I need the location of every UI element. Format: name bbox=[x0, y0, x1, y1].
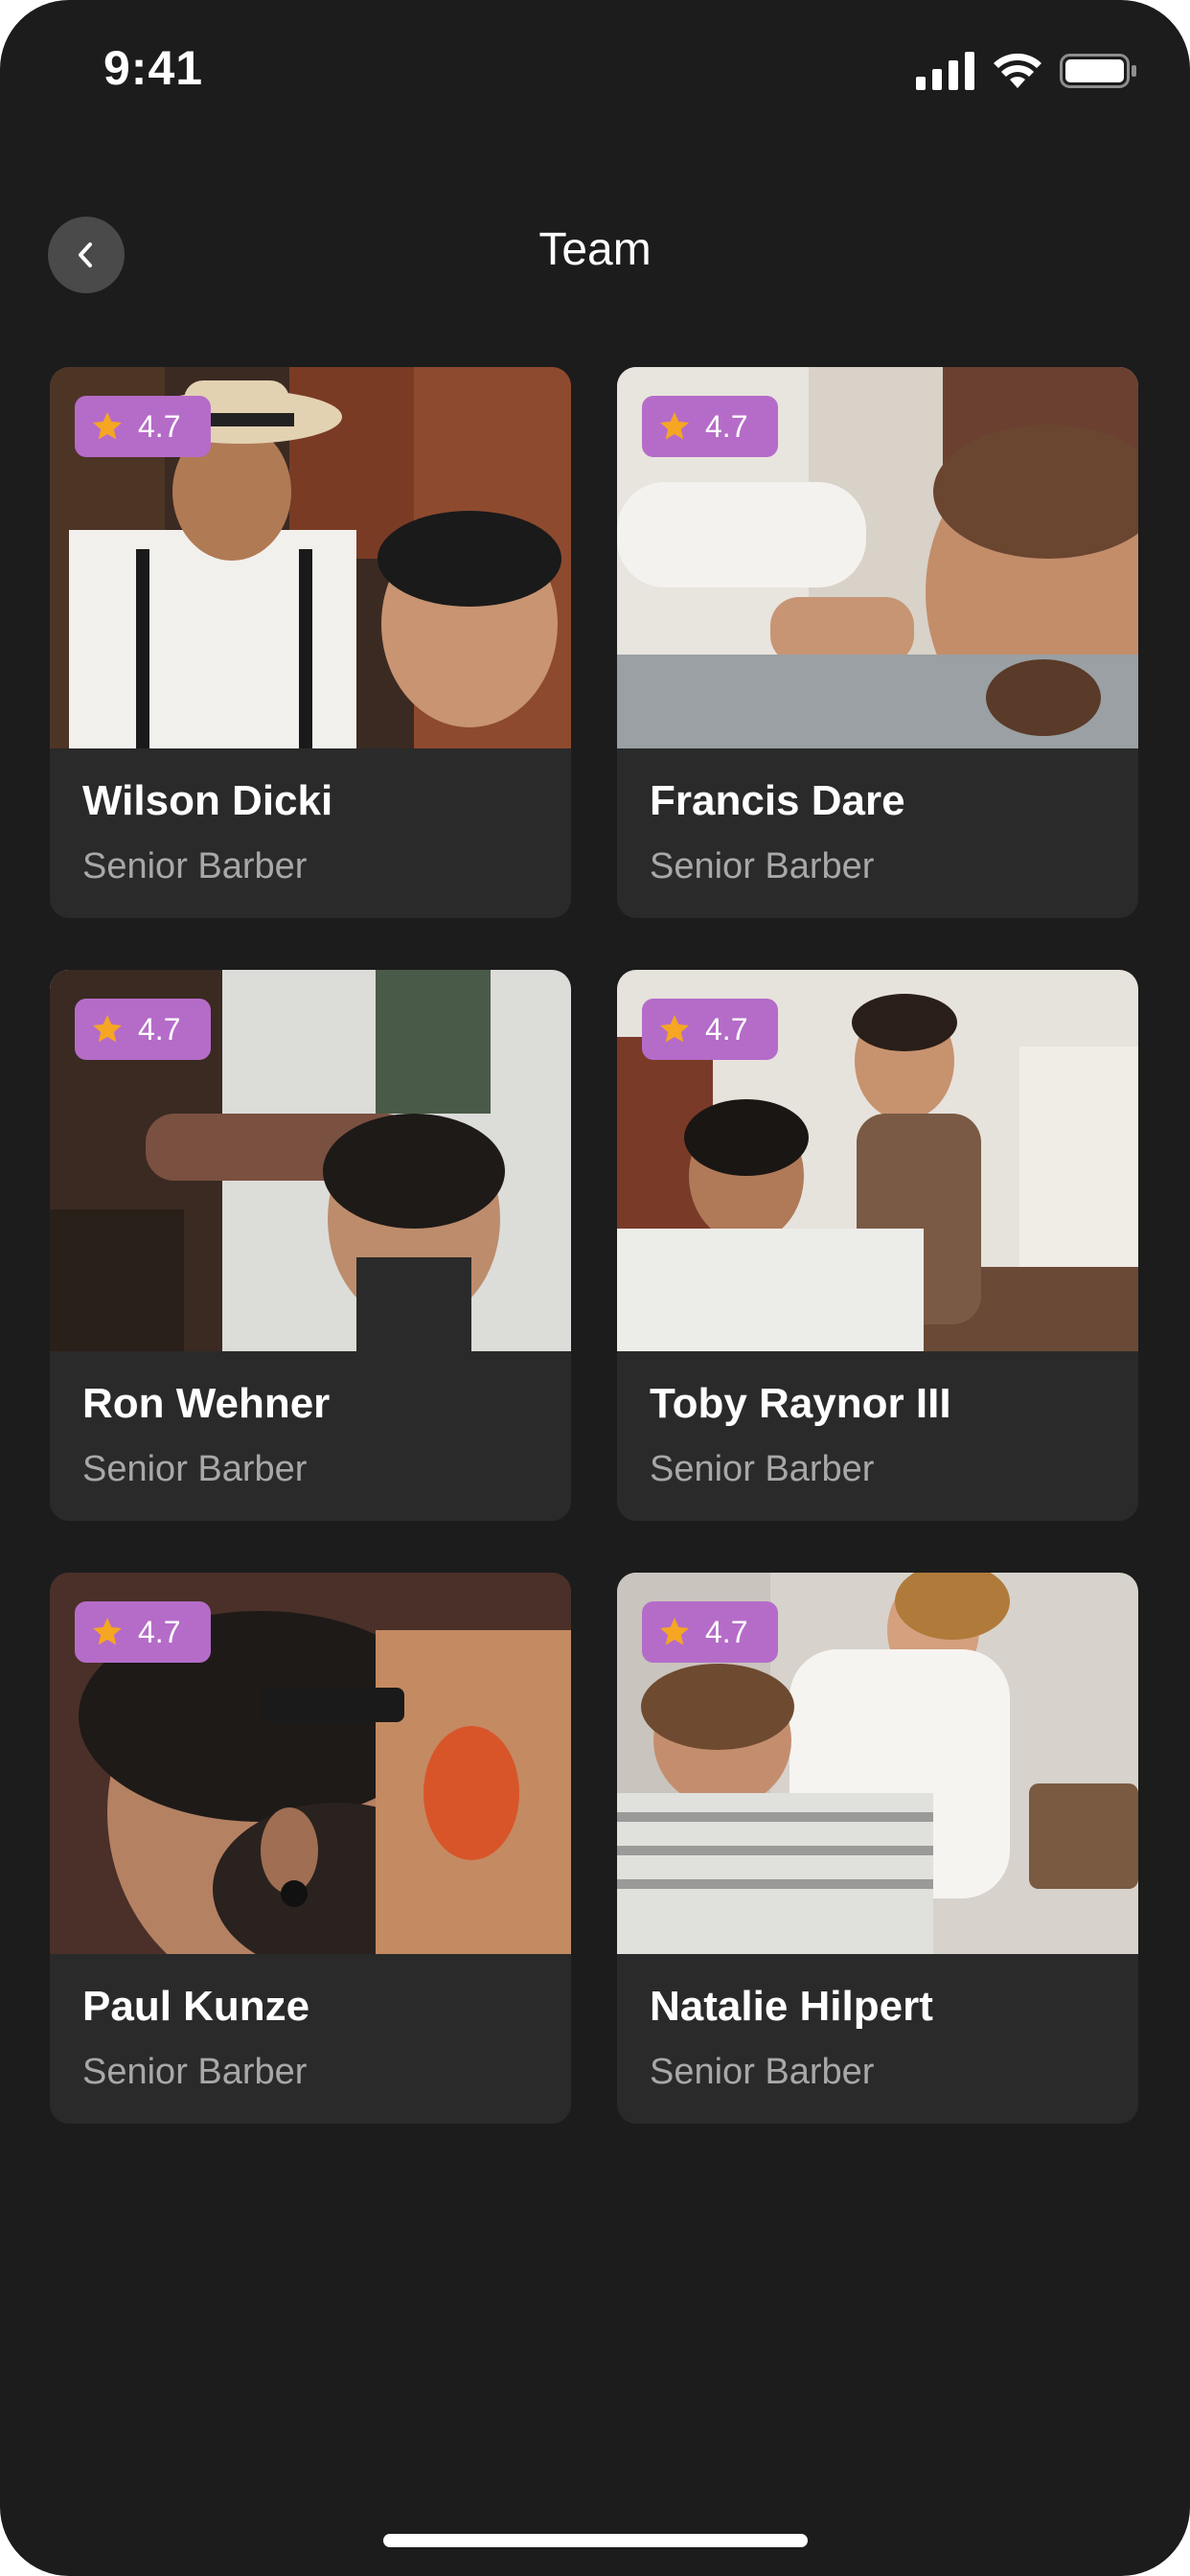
member-role: Senior Barber bbox=[650, 846, 875, 886]
page-title: Team bbox=[538, 224, 652, 275]
rating-value: 4.7 bbox=[138, 408, 181, 444]
star-icon bbox=[660, 1015, 689, 1043]
member-role: Senior Barber bbox=[650, 1449, 875, 1489]
member-name: Paul Kunze bbox=[82, 1983, 310, 2030]
barber-photo: 4.7 bbox=[617, 970, 1138, 1351]
member-name: Francis Dare bbox=[650, 777, 905, 824]
team-member-card[interactable]: 4.7 Wilson Dicki Senior Barber bbox=[50, 367, 571, 918]
rating-badge: 4.7 bbox=[642, 396, 778, 457]
barber-photo: 4.7 bbox=[50, 1573, 571, 1954]
star-icon bbox=[660, 1618, 689, 1645]
cellular-signal-icon bbox=[916, 52, 974, 90]
rating-value: 4.7 bbox=[138, 1011, 181, 1046]
team-member-card[interactable]: 4.7 Natalie Hilpert Senior Barber bbox=[617, 1573, 1138, 2124]
phone-screen: 9:41 Team 4.7 Wilson Dicki Senior Barber… bbox=[0, 0, 1190, 2576]
team-member-card[interactable]: 4.7 Toby Raynor III Senior Barber bbox=[617, 970, 1138, 1521]
member-role: Senior Barber bbox=[650, 2052, 875, 2092]
status-bar: 9:41 bbox=[0, 0, 1190, 144]
rating-badge: 4.7 bbox=[75, 1601, 211, 1663]
star-icon bbox=[93, 412, 122, 440]
barber-photo: 4.7 bbox=[50, 970, 571, 1351]
rating-badge: 4.7 bbox=[75, 396, 211, 457]
barber-photo: 4.7 bbox=[617, 1573, 1138, 1954]
home-indicator[interactable] bbox=[383, 2534, 808, 2547]
wifi-icon bbox=[994, 53, 1041, 88]
battery-icon bbox=[1060, 54, 1136, 88]
barber-photo: 4.7 bbox=[617, 367, 1138, 748]
team-member-card[interactable]: 4.7 Francis Dare Senior Barber bbox=[617, 367, 1138, 918]
team-member-card[interactable]: 4.7 Ron Wehner Senior Barber bbox=[50, 970, 571, 1521]
member-role: Senior Barber bbox=[82, 1449, 308, 1489]
barber-photo: 4.7 bbox=[50, 367, 571, 748]
member-role: Senior Barber bbox=[82, 2052, 308, 2092]
rating-badge: 4.7 bbox=[75, 999, 211, 1060]
status-icons bbox=[916, 50, 1138, 92]
team-grid: 4.7 Wilson Dicki Senior Barber 4.7 Franc… bbox=[50, 367, 1138, 2124]
rating-value: 4.7 bbox=[705, 408, 748, 444]
member-name: Toby Raynor III bbox=[650, 1380, 951, 1427]
rating-badge: 4.7 bbox=[642, 1601, 778, 1663]
star-icon bbox=[93, 1015, 122, 1043]
rating-value: 4.7 bbox=[705, 1614, 748, 1649]
member-name: Wilson Dicki bbox=[82, 777, 333, 824]
star-icon bbox=[660, 412, 689, 440]
team-member-card[interactable]: 4.7 Paul Kunze Senior Barber bbox=[50, 1573, 571, 2124]
member-name: Natalie Hilpert bbox=[650, 1983, 933, 2030]
star-icon bbox=[93, 1618, 122, 1645]
member-role: Senior Barber bbox=[82, 846, 308, 886]
rating-value: 4.7 bbox=[138, 1614, 181, 1649]
status-time: 9:41 bbox=[103, 41, 204, 95]
rating-badge: 4.7 bbox=[642, 999, 778, 1060]
member-name: Ron Wehner bbox=[82, 1380, 331, 1427]
header: Team bbox=[0, 206, 1190, 302]
rating-value: 4.7 bbox=[705, 1011, 748, 1046]
